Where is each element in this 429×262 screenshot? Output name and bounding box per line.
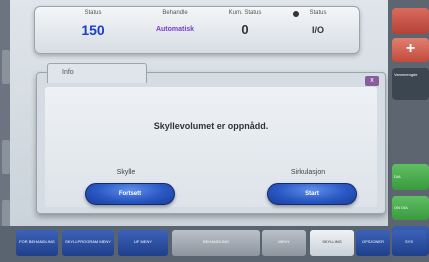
continue-button[interactable]: Fortsett bbox=[85, 183, 175, 205]
nav-treatment[interactable]: BEHANDLING bbox=[172, 230, 260, 256]
volume-button[interactable]: Vannmengde bbox=[392, 68, 429, 100]
cumulative-cell: Kum. Status 0 bbox=[215, 10, 275, 37]
io-value: I/O bbox=[311, 25, 324, 35]
nav-options[interactable]: OPSJONER bbox=[356, 230, 390, 256]
close-icon[interactable]: x bbox=[365, 76, 379, 86]
nav-system[interactable]: SYS bbox=[392, 230, 426, 256]
status-label: Status bbox=[84, 10, 102, 16]
left-bezel bbox=[0, 0, 10, 262]
bezel-notch bbox=[2, 50, 10, 84]
status-value: 150 bbox=[81, 22, 105, 38]
dia-button[interactable]: DIA bbox=[392, 164, 429, 190]
bezel-notch bbox=[2, 140, 10, 174]
nav-rinse-program-menu[interactable]: SKYLLPROGRAM MENY bbox=[62, 230, 114, 256]
mode-cell: Behandle Automatisk bbox=[135, 10, 215, 33]
mode-label: Behandle bbox=[162, 10, 188, 16]
io-cell: Status I/O bbox=[283, 10, 353, 35]
status-cell: Status 150 bbox=[63, 10, 123, 38]
nav-rinsing[interactable]: SKYLLING bbox=[310, 230, 354, 256]
plus-button[interactable]: + bbox=[392, 38, 429, 62]
on-dia-button[interactable]: ON DIA bbox=[392, 196, 429, 220]
dialog-body: Skyllevolumet er oppnådd. Skylle Sirkula… bbox=[45, 87, 377, 207]
dialog-title: Info bbox=[62, 69, 74, 76]
info-dialog: Info x Skyllevolumet er oppnådd. Skylle … bbox=[36, 63, 386, 214]
nav-pre-treatment[interactable]: FOR BEHANDLING bbox=[16, 230, 58, 256]
nav-menu[interactable]: MENY bbox=[262, 230, 306, 256]
rinse-label: Skylle bbox=[116, 169, 136, 176]
nav-uf-menu[interactable]: UF MENY bbox=[118, 230, 168, 256]
mode-value: Automatisk bbox=[155, 26, 195, 33]
dialog-tab: Info bbox=[47, 63, 147, 83]
io-label: Status bbox=[309, 10, 327, 16]
alarm-button[interactable] bbox=[392, 8, 429, 34]
cumulative-label: Kum. Status bbox=[228, 10, 262, 16]
cumulative-value: 0 bbox=[241, 22, 249, 37]
start-button[interactable]: Start bbox=[267, 183, 357, 205]
circulation-label: Sirkulasjon bbox=[290, 169, 326, 176]
dialog-message: Skyllevolumet er oppnådd. bbox=[153, 121, 269, 131]
status-panel: Status 150 Behandle Automatisk Kum. Stat… bbox=[34, 6, 360, 54]
